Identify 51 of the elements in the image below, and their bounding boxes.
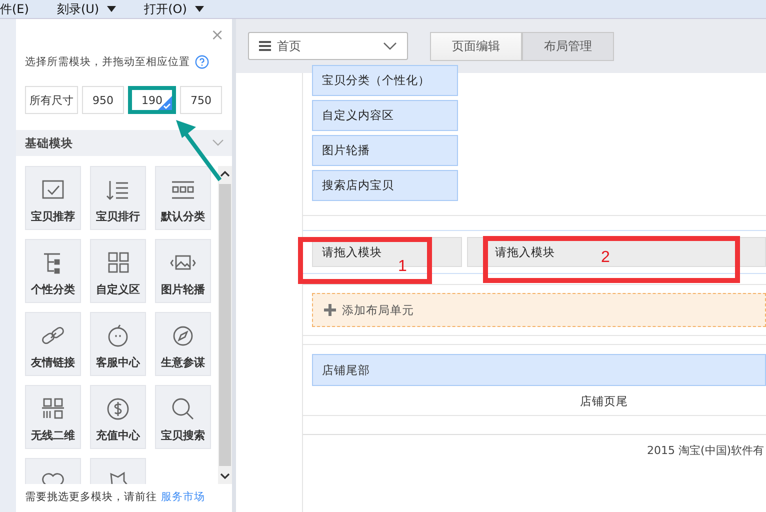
caret-icon[interactable] bbox=[194, 6, 204, 12]
menu-item[interactable]: 刻录(U) bbox=[56, 0, 116, 18]
layout-module[interactable]: 自定义内容区 bbox=[312, 100, 458, 131]
scrollbar[interactable] bbox=[218, 166, 232, 484]
layout-module[interactable]: 图片轮播 bbox=[312, 135, 458, 166]
section-header[interactable]: 基础模块 bbox=[16, 130, 232, 156]
view-tab[interactable]: 布局管理 bbox=[522, 32, 614, 60]
note-text: 需要挑选更多模块，请前往 bbox=[25, 491, 157, 503]
module-tile[interactable]: 生意参谋 bbox=[155, 312, 211, 376]
layout-module[interactable]: 搜索店内宝贝 bbox=[312, 170, 458, 201]
size-filter-button[interactable]: 750 bbox=[180, 86, 222, 114]
module-tile[interactable]: 默认分类 bbox=[155, 166, 211, 230]
module-tile[interactable]: 宝贝推荐 bbox=[25, 166, 81, 230]
size-filter-button[interactable]: 950 bbox=[82, 86, 124, 114]
menu-item[interactable]: 件(E) bbox=[0, 0, 29, 18]
sort-list-icon bbox=[105, 178, 131, 202]
section-title: 基础模块 bbox=[25, 136, 73, 150]
size-filter-button[interactable]: 所有尺寸 bbox=[25, 86, 78, 114]
module-tile[interactable]: 个性分类 bbox=[25, 239, 81, 303]
scroll-up-icon[interactable] bbox=[220, 170, 230, 178]
caret-icon[interactable] bbox=[107, 6, 116, 12]
qr-code-icon bbox=[40, 397, 66, 421]
layout-module[interactable]: 宝贝分类（个性化） bbox=[312, 65, 458, 96]
module-tile[interactable]: 无线二维 bbox=[25, 385, 81, 449]
help-icon[interactable] bbox=[195, 55, 209, 69]
module-tile[interactable]: 友情链接 bbox=[25, 312, 81, 376]
module-tile[interactable]: 自定义区 bbox=[90, 239, 146, 303]
instruction-text: 选择所需模块，并拖动至相应位置 bbox=[25, 55, 190, 69]
module-tile[interactable]: 充值中心 bbox=[90, 385, 146, 449]
size-filter-button[interactable]: 190 bbox=[128, 86, 176, 114]
module-tile[interactable]: 图片轮播 bbox=[155, 239, 211, 303]
module-tile[interactable]: 宝贝搜索 bbox=[155, 385, 211, 449]
footer-module[interactable]: 店铺尾部 bbox=[312, 354, 766, 386]
scroll-thumb[interactable] bbox=[219, 184, 231, 466]
plus-icon bbox=[324, 304, 336, 316]
copyright-text: 2015 淘宝(中国)软件有 bbox=[303, 434, 766, 458]
menu-icon bbox=[259, 41, 271, 51]
menu-item[interactable]: 打开(O) bbox=[144, 0, 204, 18]
dollar-icon bbox=[105, 397, 131, 421]
search-icon bbox=[170, 397, 196, 421]
chevron-down-icon bbox=[212, 139, 224, 147]
view-tab[interactable]: 页面编辑 bbox=[430, 32, 522, 60]
chevron-down-icon bbox=[383, 42, 397, 50]
module-tile[interactable]: 客服中心 bbox=[90, 312, 146, 376]
footer-label: 店铺页尾 bbox=[579, 393, 629, 409]
module-tile[interactable]: 宝贝排行 bbox=[90, 166, 146, 230]
annotation-number: 2 bbox=[601, 249, 610, 267]
scroll-down-icon[interactable] bbox=[220, 472, 230, 480]
page-select[interactable]: 首页 bbox=[248, 32, 408, 60]
pointer-arrow bbox=[174, 118, 224, 182]
add-layout-unit-button[interactable]: 添加布局单元 bbox=[312, 293, 766, 327]
